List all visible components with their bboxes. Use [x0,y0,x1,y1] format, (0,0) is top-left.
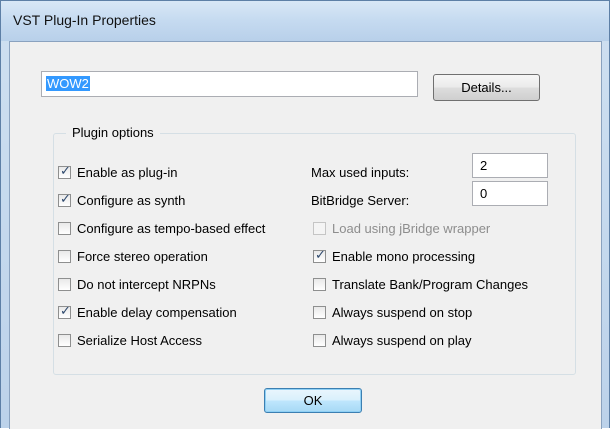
dialog-window: VST Plug-In Properties WOW2 Details... P… [0,0,610,429]
bitbridge-server-label: BitBridge Server: [311,193,410,208]
checkbox-label: Always suspend on stop [332,305,473,320]
check-mark-icon: ✓ [60,304,71,319]
checkbox-box[interactable] [313,278,326,291]
check-mark-icon: ✓ [315,248,326,263]
checkbox-box[interactable]: ✓ [58,164,71,179]
checkbox-box[interactable] [58,278,71,291]
checkbox-label: Enable mono processing [332,249,476,264]
checkbox-label: Configure as synth [77,193,186,208]
check-mark-icon: ✓ [60,192,71,207]
plugin-name-input[interactable]: WOW2 [41,71,418,97]
max-used-inputs-input[interactable]: 2 [472,153,548,178]
checkbox-label: Configure as tempo-based effect [77,221,266,236]
bitbridge-server-input[interactable]: 0 [472,181,548,206]
checkbox-label: Do not intercept NRPNs [77,277,216,292]
ok-button[interactable]: OK [264,388,362,413]
checkbox-label: Translate Bank/Program Changes [332,277,529,292]
checkbox-label: Always suspend on play [332,333,472,348]
checkbox-box[interactable] [58,250,71,263]
title-bar[interactable]: VST Plug-In Properties [1,1,609,41]
details-button[interactable]: Details... [433,74,540,101]
checkbox-label: Enable delay compensation [77,305,237,320]
window-title: VST Plug-In Properties [13,12,156,28]
plugin-name-value: WOW2 [46,76,90,91]
checkbox-box[interactable] [58,334,71,347]
checkbox-box[interactable] [58,222,71,235]
checkbox-box[interactable]: ✓ [58,304,71,319]
max-used-inputs-label: Max used inputs: [311,165,410,180]
checkbox-label: Force stereo operation [77,249,208,264]
checkbox-label: Enable as plug-in [77,165,178,180]
check-mark-icon: ✓ [60,164,71,179]
checkbox-box [313,222,326,235]
checkbox-label: Serialize Host Access [77,333,202,348]
dialog-body: WOW2 Details... Plugin options ✓ Enable … [9,41,602,429]
checkbox-box[interactable] [313,334,326,347]
checkbox-box[interactable]: ✓ [58,192,71,207]
checkbox-box[interactable]: ✓ [313,248,326,263]
plugin-options-title: Plugin options [66,126,160,140]
checkbox-box[interactable] [313,306,326,319]
checkbox-label: Load using jBridge wrapper [332,221,491,236]
